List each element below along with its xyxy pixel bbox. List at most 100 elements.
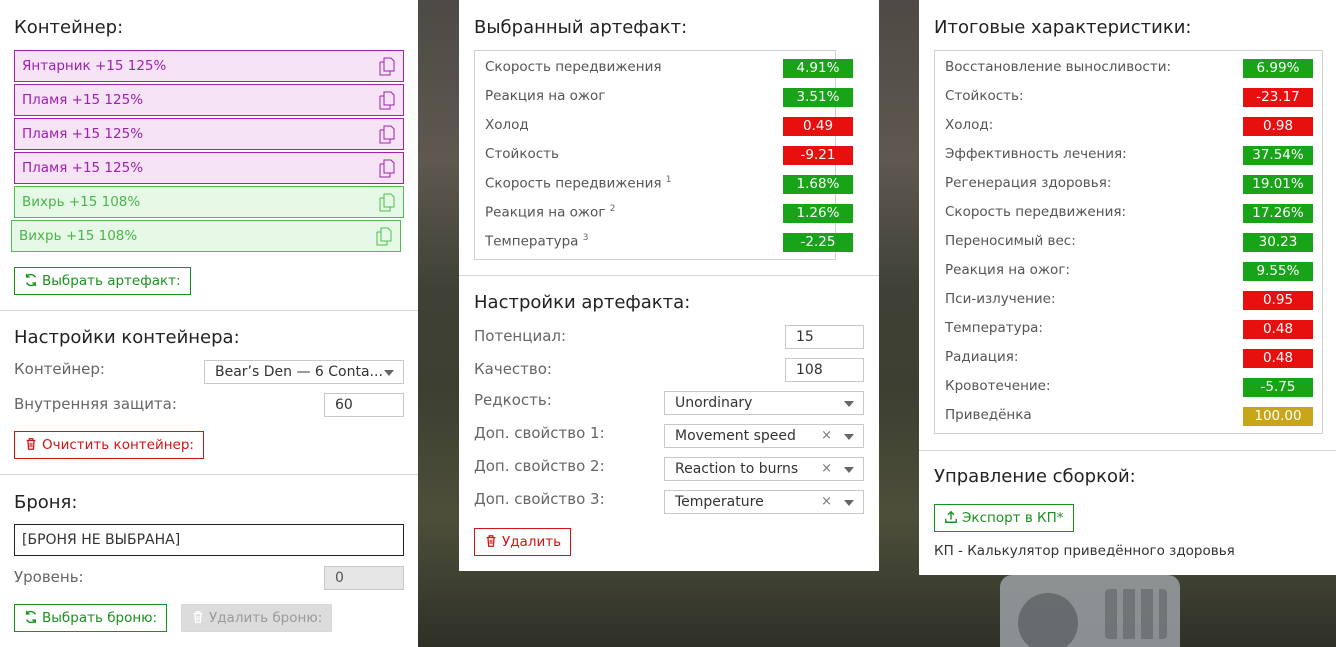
- stat-name: Скорость передвижения 1: [485, 175, 672, 192]
- chevron-down-icon: [844, 467, 854, 473]
- stat-name: Реакция на ожог 2: [485, 204, 615, 221]
- quality-input[interactable]: 108: [785, 358, 864, 382]
- stat-name: Температура 3: [485, 233, 588, 250]
- stat-row: Эффективность лечения: 37.54%: [935, 141, 1322, 170]
- stat-name: Стойкость: [485, 146, 559, 162]
- copy-icon[interactable]: [379, 193, 395, 212]
- trash-icon: [193, 611, 203, 623]
- stat-name-text: Холод:: [945, 117, 994, 133]
- extra3-select-value: Temperature: [675, 494, 764, 510]
- armor-field[interactable]: [БРОНЯ НЕ ВЫБРАНА]: [14, 524, 404, 556]
- armor-level-input: 0: [324, 566, 404, 590]
- container-select-value: Bear’s Den — 6 Conta...: [215, 364, 383, 380]
- stat-row: Кровотечение: -5.75: [935, 373, 1322, 402]
- stat-name-text: Скорость передвижения: [485, 59, 662, 75]
- stat-row: Радиация: 0.48: [935, 344, 1322, 373]
- copy-icon[interactable]: [379, 91, 395, 110]
- stat-name-text: Приведёнка: [945, 407, 1032, 423]
- stat-row: Стойкость -9.21: [475, 141, 853, 170]
- stat-row: Скорость передвижения 1 1.68%: [475, 170, 853, 199]
- container-select[interactable]: Bear’s Den — 6 Conta...: [204, 360, 404, 384]
- copy-icon[interactable]: [379, 159, 395, 178]
- delete-artifact-label: Удалить: [502, 534, 562, 550]
- stat-name: Температура:: [945, 320, 1043, 336]
- extra2-select[interactable]: Reaction to burns ×: [664, 457, 864, 481]
- choose-armor-button[interactable]: Выбрать броню:: [14, 604, 168, 632]
- rarity-select[interactable]: Unordinary: [664, 391, 864, 415]
- clear-icon[interactable]: ×: [821, 425, 832, 447]
- choose-artifact-button[interactable]: Выбрать артефакт:: [14, 267, 191, 295]
- stat-value: 0.48: [1243, 320, 1313, 339]
- extra3-select[interactable]: Temperature ×: [664, 490, 864, 514]
- trash-icon: [486, 535, 496, 547]
- armor-level-label: Уровень:: [14, 568, 84, 586]
- stat-row: Реакция на ожог 2 1.26%: [475, 199, 853, 228]
- selected-artifact-title: Выбранный артефакт:: [474, 17, 688, 38]
- stat-value: 37.54%: [1243, 146, 1313, 165]
- container-item-label: Вихрь +15 108%: [19, 228, 138, 244]
- stat-name-text: Восстановление выносливости:: [945, 59, 1172, 75]
- delete-artifact-button[interactable]: Удалить: [474, 528, 572, 556]
- choose-artifact-label: Выбрать артефакт:: [42, 273, 181, 289]
- stat-value: -2.25: [783, 233, 853, 252]
- stat-value: -9.21: [783, 146, 853, 165]
- upload-icon: [945, 510, 957, 523]
- stat-name-text: Переносимый вес:: [945, 233, 1076, 249]
- stat-name-text: Холод: [485, 117, 529, 133]
- selected-artifact-stats: Скорость передвижения 4.91% Реакция на ожо…: [474, 50, 853, 260]
- potential-input[interactable]: 15: [785, 325, 864, 349]
- extra1-select[interactable]: Movement speed ×: [664, 424, 864, 448]
- rarity-label: Редкость:: [474, 391, 552, 409]
- stat-name: Кровотечение:: [945, 378, 1051, 394]
- container-item[interactable]: Пламя +15 125%: [14, 84, 404, 116]
- rarity-select-value: Unordinary: [675, 395, 753, 411]
- stat-row: Холод: 0.98: [935, 112, 1322, 141]
- container-label: Контейнер:: [14, 360, 105, 378]
- stat-row: Регенерация здоровья: 19.01%: [935, 170, 1322, 199]
- stat-value: 0.95: [1243, 291, 1313, 310]
- stat-value: 0.98: [1243, 117, 1313, 136]
- right-panel: Итоговые характеристики: Восстановление …: [919, 0, 1336, 575]
- stat-row: Восстановление выносливости: 6.99%: [935, 54, 1322, 83]
- background-device: [1000, 575, 1180, 647]
- container-item[interactable]: Пламя +15 125%: [14, 118, 404, 150]
- stat-name-text: Скорость передвижения:: [945, 204, 1127, 220]
- stat-value: -5.75: [1243, 378, 1313, 397]
- potential-label: Потенциал:: [474, 327, 567, 345]
- background-knob: [1018, 593, 1078, 647]
- clear-container-button[interactable]: Очистить контейнер:: [14, 431, 204, 459]
- container-item[interactable]: Вихрь +15 108%: [11, 220, 401, 252]
- remove-armor-label: Удалить броню:: [209, 610, 323, 626]
- clear-icon[interactable]: ×: [821, 491, 832, 513]
- copy-icon[interactable]: [379, 125, 395, 144]
- container-item[interactable]: Вихрь +15 108%: [14, 186, 404, 218]
- copy-icon[interactable]: [376, 227, 392, 246]
- extra2-label: Доп. свойство 2:: [474, 457, 605, 475]
- stat-value: 9.55%: [1243, 262, 1313, 281]
- stat-name: Радиация:: [945, 349, 1018, 365]
- stat-row: Приведёнка 100.00: [935, 402, 1322, 431]
- clear-icon[interactable]: ×: [821, 458, 832, 480]
- stat-value: 0.48: [1243, 349, 1313, 368]
- build-title: Управление сборкой:: [934, 466, 1136, 487]
- stat-footnote: 3: [582, 233, 589, 243]
- stat-value: 19.01%: [1243, 175, 1313, 194]
- stat-name: Эффективность лечения:: [945, 146, 1127, 162]
- stat-name-text: Температура: [485, 233, 579, 250]
- extra3-label: Доп. свойство 3:: [474, 490, 605, 508]
- inner-protection-input[interactable]: 60: [324, 393, 404, 417]
- stat-name-text: Радиация:: [945, 349, 1019, 365]
- chevron-down-icon: [844, 500, 854, 506]
- export-button[interactable]: Экспорт в КП*: [934, 504, 1074, 532]
- container-item-label: Пламя +15 125%: [22, 92, 144, 108]
- stat-name-text: Кровотечение:: [945, 378, 1051, 394]
- left-panel: Контейнер: Янтарник +15 125% Пламя +15 12…: [0, 0, 418, 647]
- armor-title: Броня:: [14, 492, 78, 513]
- container-item[interactable]: Пламя +15 125%: [14, 152, 404, 184]
- stat-row: Скорость передвижения: 17.26%: [935, 199, 1322, 228]
- container-item[interactable]: Янтарник +15 125%: [14, 50, 404, 82]
- stat-name-text: Температура:: [945, 320, 1043, 336]
- export-label: Экспорт в КП*: [962, 510, 1064, 526]
- clear-container-label: Очистить контейнер:: [42, 437, 194, 453]
- copy-icon[interactable]: [379, 57, 395, 76]
